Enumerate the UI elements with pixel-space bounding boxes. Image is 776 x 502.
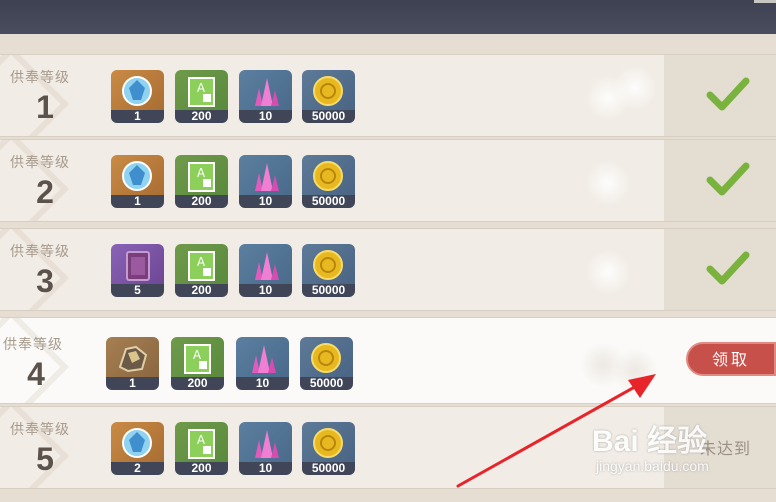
mora-coin-icon	[313, 76, 343, 106]
reward-item[interactable]: A 200	[175, 422, 228, 475]
reward-item[interactable]: 1	[111, 70, 164, 123]
reward-item[interactable]: 50000	[300, 337, 353, 390]
level-label: 供奉等级	[10, 154, 70, 170]
reward-item[interactable]: 2	[111, 422, 164, 475]
reward-item[interactable]: A 200	[175, 155, 228, 208]
sparkle-decoration	[612, 348, 658, 394]
level-number: 3	[36, 263, 54, 299]
reward-item[interactable]: 50000	[302, 244, 355, 297]
crystal-icon	[252, 345, 276, 373]
reward-quantity: 1	[106, 377, 159, 390]
reward-quantity: 200	[171, 377, 224, 390]
reward-item[interactable]: A 200	[175, 70, 228, 123]
reward-quantity: 10	[236, 377, 289, 390]
hero-wit-book-icon: A	[188, 77, 215, 107]
reward-row-level-3: 供奉等级 3 5 A 200 10 50000	[0, 228, 776, 311]
blue-gem-icon	[122, 161, 152, 191]
level-label: 供奉等级	[3, 336, 63, 352]
top-bar	[0, 0, 776, 34]
crystal-icon	[255, 163, 279, 191]
crystal-icon	[255, 252, 279, 280]
reward-quantity: 10	[239, 284, 292, 297]
level-number: 4	[27, 356, 45, 392]
watermark-url: jingyan.baidu.com	[596, 458, 709, 474]
level-label: 供奉等级	[10, 421, 70, 437]
check-icon	[706, 77, 750, 111]
sparkle-decoration	[612, 65, 658, 111]
reward-item[interactable]: 50000	[302, 422, 355, 475]
ore-icon	[118, 345, 148, 373]
reward-item[interactable]: 10	[239, 244, 292, 297]
reward-item[interactable]: 5	[111, 244, 164, 297]
reward-row-level-1: 供奉等级 1 1 A 200 10 50000	[0, 54, 776, 137]
svg-text:A: A	[197, 433, 206, 447]
reward-item[interactable]: 10	[239, 70, 292, 123]
crystal-icon	[255, 78, 279, 106]
sparkle-decoration	[585, 160, 631, 206]
check-icon	[706, 162, 750, 196]
reward-item[interactable]: 50000	[302, 155, 355, 208]
reward-quantity: 200	[175, 110, 228, 123]
reward-item[interactable]: 1	[106, 337, 159, 390]
svg-text:A: A	[197, 81, 206, 95]
reward-quantity: 50000	[302, 195, 355, 208]
reward-quantity: 10	[239, 110, 292, 123]
svg-text:A: A	[193, 348, 202, 362]
reward-quantity: 5	[111, 284, 164, 297]
reward-item[interactable]: 10	[239, 422, 292, 475]
reward-quantity: 1	[111, 195, 164, 208]
mora-coin-icon	[313, 428, 343, 458]
reward-item[interactable]: 1	[111, 155, 164, 208]
top-bar-glint	[754, 0, 776, 3]
svg-text:A: A	[197, 166, 206, 180]
reward-quantity: 50000	[302, 462, 355, 475]
reward-item[interactable]: A 200	[175, 244, 228, 297]
reward-item[interactable]: 10	[236, 337, 289, 390]
reward-quantity: 50000	[300, 377, 353, 390]
reward-row-level-4: 供奉等级 4 1 A 200 10 50000 领取	[0, 317, 776, 404]
hero-wit-book-icon: A	[188, 429, 215, 459]
svg-text:A: A	[197, 255, 206, 269]
reward-quantity: 200	[175, 284, 228, 297]
hero-wit-book-icon: A	[184, 344, 211, 374]
reward-quantity: 50000	[302, 110, 355, 123]
level-number: 2	[36, 174, 54, 210]
reward-quantity: 50000	[302, 284, 355, 297]
reward-quantity: 200	[175, 462, 228, 475]
mora-coin-icon	[313, 161, 343, 191]
reward-quantity: 10	[239, 462, 292, 475]
watermark: Bai 经验 jingyan.baidu.com	[592, 412, 776, 482]
reward-quantity: 10	[239, 195, 292, 208]
reward-item[interactable]: 10	[239, 155, 292, 208]
claim-button[interactable]: 领取	[686, 342, 776, 376]
level-number: 5	[36, 441, 54, 477]
hero-wit-book-icon: A	[188, 162, 215, 192]
reward-quantity: 2	[111, 462, 164, 475]
mora-coin-icon	[311, 343, 341, 373]
level-label: 供奉等级	[10, 69, 70, 85]
blue-gem-icon	[122, 76, 152, 106]
reward-row-level-2: 供奉等级 2 1 A 200 10 50000	[0, 139, 776, 222]
crystal-icon	[255, 430, 279, 458]
reward-item[interactable]: A 200	[171, 337, 224, 390]
check-icon	[706, 251, 750, 285]
purple-book-icon	[126, 251, 150, 281]
sparkle-decoration	[585, 249, 631, 295]
mora-coin-icon	[313, 250, 343, 280]
reward-item[interactable]: 50000	[302, 70, 355, 123]
reward-quantity: 1	[111, 110, 164, 123]
watermark-logo: Bai 经验	[592, 425, 708, 458]
hero-wit-book-icon: A	[188, 251, 215, 281]
level-label: 供奉等级	[10, 243, 70, 259]
reward-quantity: 200	[175, 195, 228, 208]
blue-gem-icon	[122, 428, 152, 458]
level-number: 1	[36, 89, 54, 125]
